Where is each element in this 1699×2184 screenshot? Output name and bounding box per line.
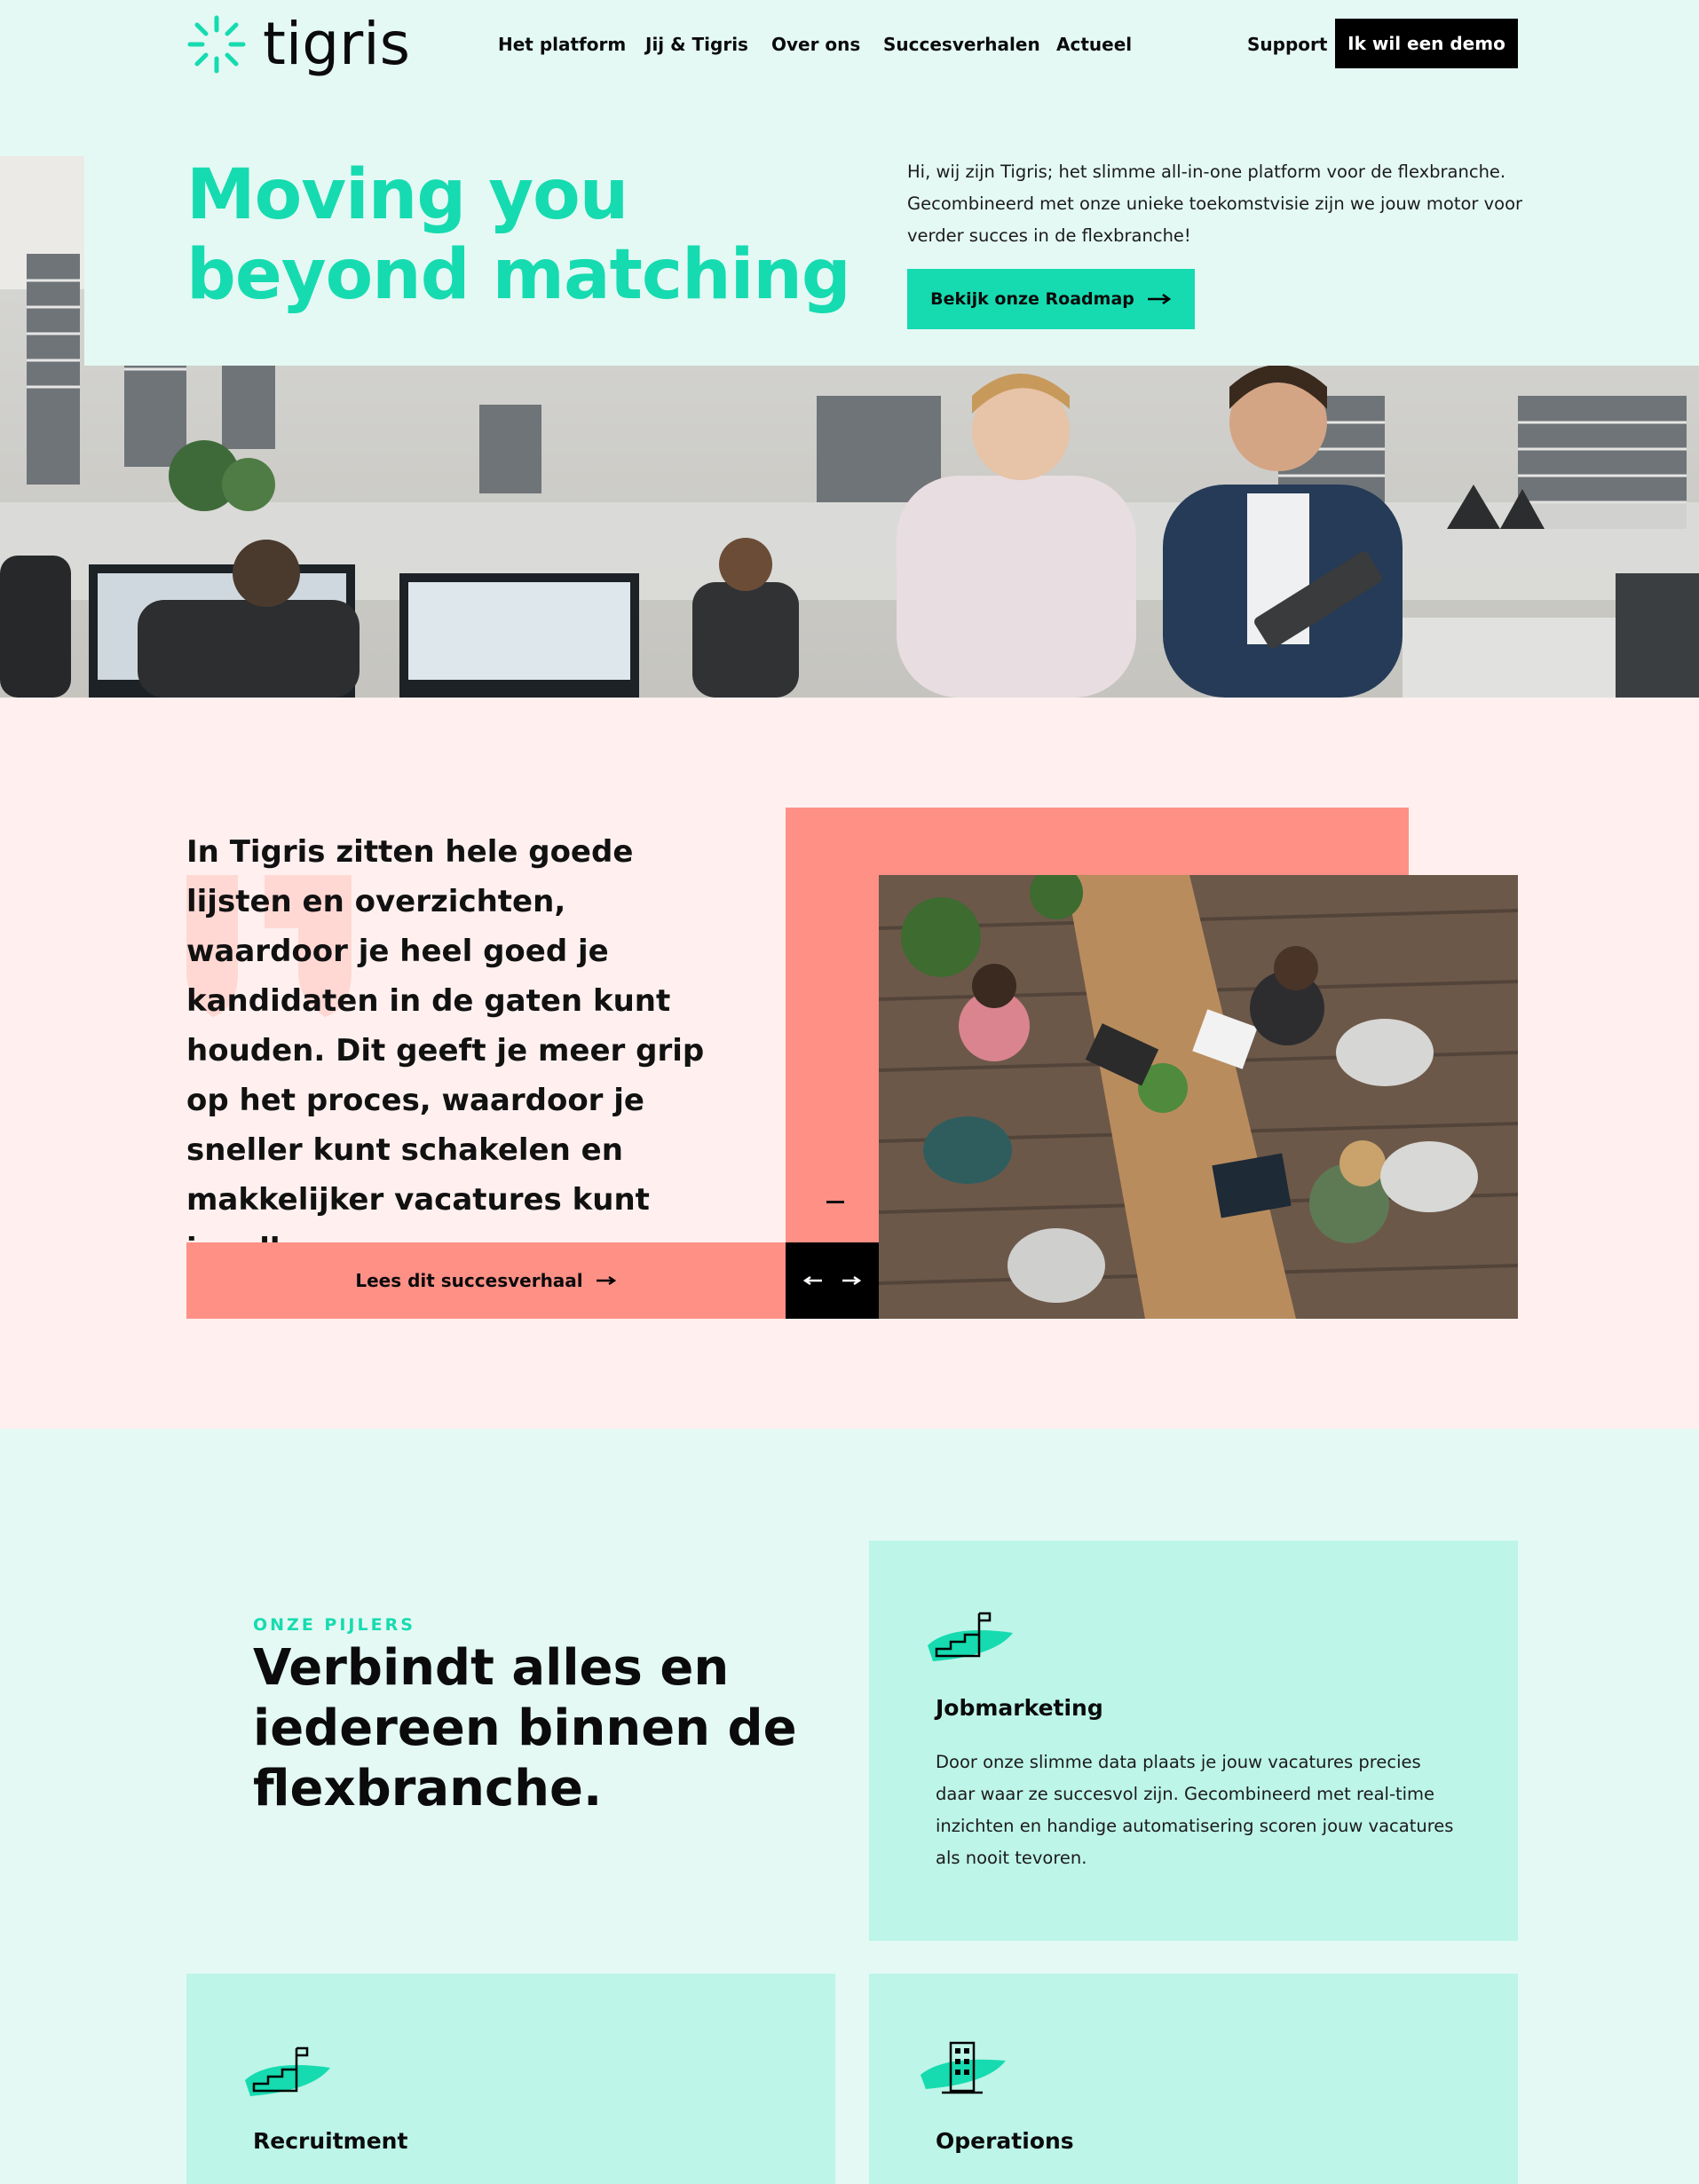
slider-controls: [786, 1242, 879, 1319]
slider-progress-dash: [826, 1201, 844, 1203]
nav-support[interactable]: Support: [1247, 27, 1327, 62]
pillar-card-jobmarketing[interactable]: Jobmarketing Door onze slimme data plaat…: [869, 1541, 1518, 1941]
pillar-title: Jobmarketing: [936, 1695, 1103, 1721]
pillar-card-operations[interactable]: Operations: [869, 1974, 1518, 2184]
arrow-left-icon[interactable]: [803, 1275, 823, 1286]
arrow-right-icon: [596, 1276, 616, 1285]
nav-over-ons[interactable]: Over ons: [771, 27, 860, 62]
pillar-card-recruitment[interactable]: Recruitment: [186, 1974, 835, 2184]
demo-button[interactable]: Ik wil een demo: [1335, 19, 1518, 68]
nav-jij-en-tigris[interactable]: Jij & Tigris: [645, 27, 748, 62]
stairs-flag-icon: [928, 1612, 1013, 1661]
pillar-text: Door onze slimme data plaats je jouw vac…: [936, 1752, 1454, 1868]
meeting-table-photo: [879, 875, 1518, 1319]
logo-wordmark: tigris: [263, 10, 410, 78]
pillars-title: Verbindt alles en iedereen binnen de fle…: [253, 1639, 797, 1817]
hero-title-line1: Moving you: [186, 155, 628, 235]
building-icon: [921, 2041, 1006, 2094]
arrow-right-icon[interactable]: [842, 1275, 861, 1286]
arrow-right-icon: [1147, 293, 1172, 305]
roadmap-button-label: Bekijk onze Roadmap: [930, 289, 1134, 309]
read-success-story-button[interactable]: Lees dit succesverhaal: [186, 1242, 786, 1319]
stairs-flag-icon: [245, 2046, 330, 2096]
pillar-title: Recruitment: [253, 2128, 408, 2154]
nav-succesverhalen[interactable]: Succesverhalen: [883, 27, 1040, 62]
pillar-title: Operations: [936, 2128, 1074, 2154]
hero-intro: Hi, wij zijn Tigris; het slimme all-in-o…: [907, 162, 1523, 246]
site-header: tigris Het platform Jij & Tigris Over on…: [0, 0, 1699, 89]
tigris-burst-icon: [187, 15, 246, 74]
nav-actueel[interactable]: Actueel: [1056, 27, 1132, 62]
tigris-logo[interactable]: tigris: [185, 7, 415, 82]
nav-het-platform[interactable]: Het platform: [498, 27, 626, 62]
hero-title: Moving you beyond matching: [186, 155, 861, 315]
testimonial-quote: In Tigris zitten hele goede lijsten en o…: [186, 834, 705, 1267]
hero-title-line2: beyond matching: [186, 235, 851, 315]
read-success-story-label: Lees dit succesverhaal: [355, 1270, 583, 1291]
section-eyebrow: ONZE PIJLERS: [253, 1615, 415, 1635]
roadmap-button[interactable]: Bekijk onze Roadmap: [907, 269, 1195, 329]
